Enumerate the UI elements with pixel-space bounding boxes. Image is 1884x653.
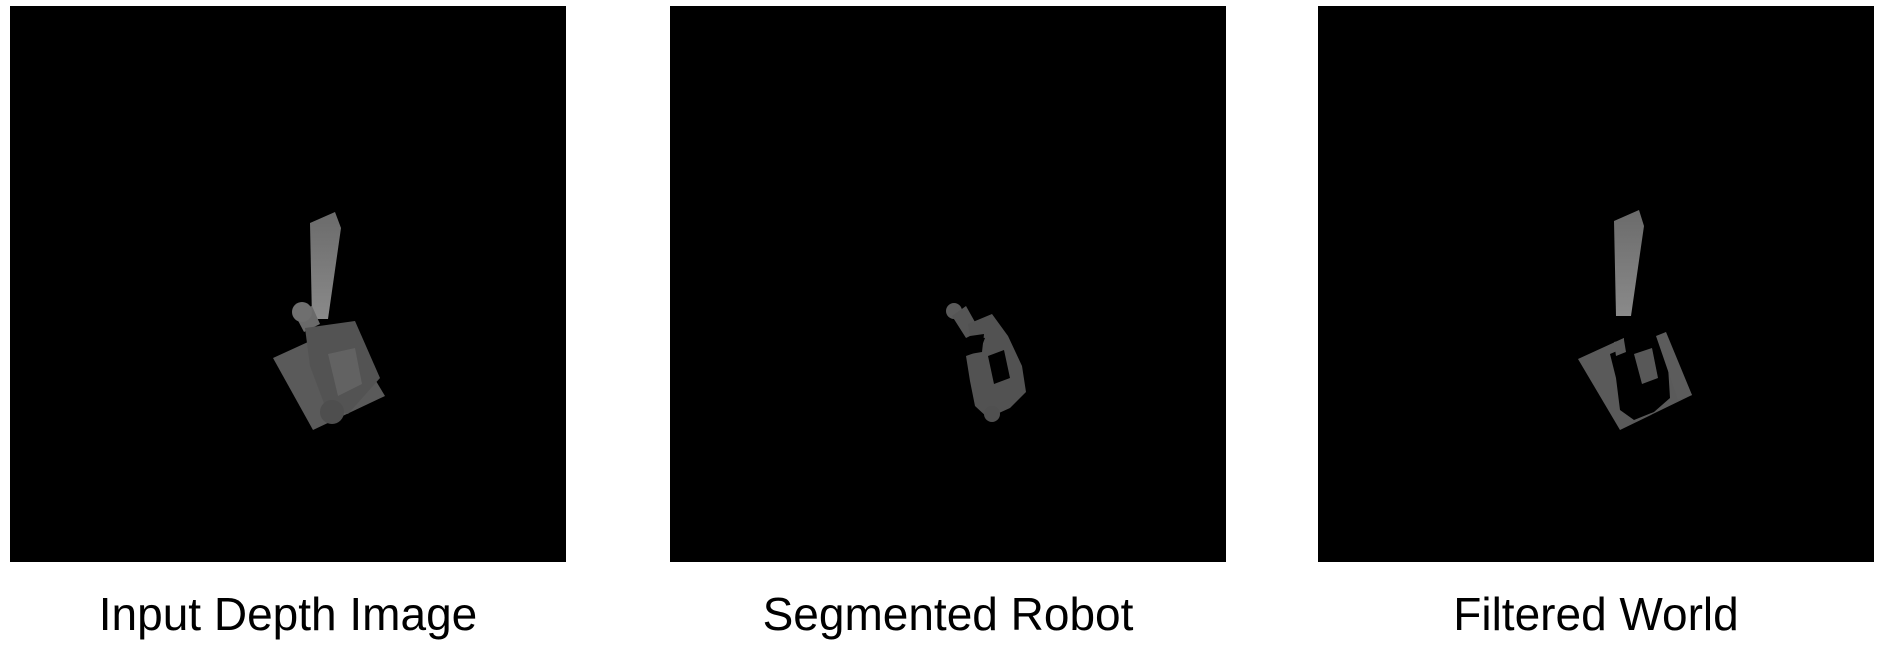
input-depth-image: [273, 212, 385, 430]
filtered-world-caption: Filtered World: [1453, 588, 1739, 640]
robot-end-shape: [320, 400, 344, 424]
robot-finger-shape: [310, 212, 341, 319]
robot-finger-shape: [1614, 210, 1644, 316]
filtered-world-panel: [1318, 6, 1874, 562]
filtered-world-image: [1578, 210, 1692, 430]
robot-joint-shape: [292, 302, 312, 322]
input-depth-image-caption: Input Depth Image: [98, 588, 478, 640]
segmented-robot-caption: Segmented Robot: [762, 588, 1134, 640]
input-depth-image-panel: [10, 6, 566, 562]
robot-end-shape: [984, 406, 1000, 422]
segmented-robot-panel: [670, 6, 1226, 562]
robot-cutout-shape: [970, 334, 984, 354]
segmented-robot-image: [946, 303, 1026, 422]
